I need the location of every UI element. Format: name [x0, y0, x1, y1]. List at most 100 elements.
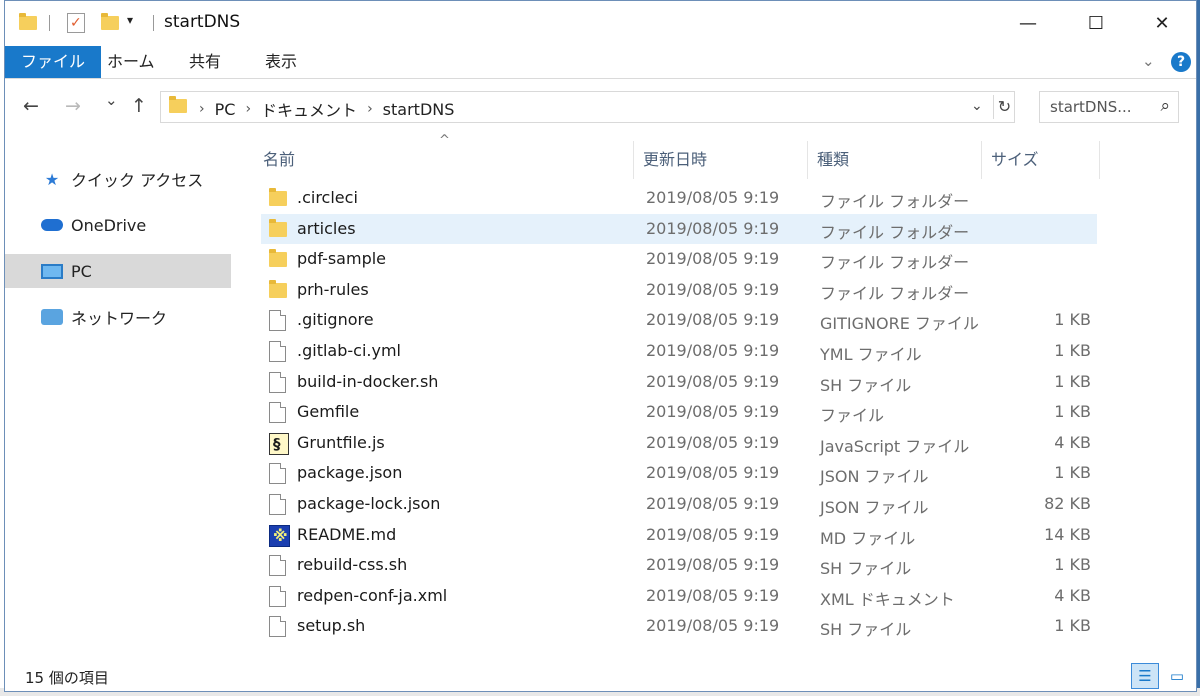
cloud-icon: [41, 219, 63, 231]
item-count: 15 個の項目: [25, 669, 109, 687]
file-name: redpen-conf-ja.xml: [297, 585, 448, 605]
file-name: Gemfile: [297, 402, 360, 422]
breadcrumb-separator[interactable]: ›: [245, 101, 251, 117]
table-row[interactable]: redpen-conf-ja.xml 2019/08/05 9:19 XML ドキュ…: [261, 581, 1097, 611]
file-name: build-in-docker.sh: [297, 371, 439, 391]
tab-file[interactable]: ファイル: [5, 46, 101, 78]
file-icon: [269, 555, 286, 577]
breadcrumb-startdns[interactable]: startDNS: [383, 100, 455, 119]
search-box[interactable]: startDNS... ⌕: [1039, 91, 1179, 123]
search-icon[interactable]: ⌕: [1160, 96, 1170, 116]
table-row[interactable]: package.json 2019/08/05 9:19 JSON ファイル 1 KB: [261, 458, 1097, 488]
sidebar-item-quick-access[interactable]: ★ クイック アクセス: [5, 162, 231, 196]
file-icon: [269, 585, 286, 607]
column-header-name[interactable]: 名前: [254, 141, 634, 179]
file-date: 2019/08/05 9:19: [646, 279, 780, 299]
large-icons-view-icon[interactable]: ▭: [1163, 663, 1191, 689]
breadcrumb-documents[interactable]: ドキュメント: [261, 97, 357, 121]
file-date: 2019/08/05 9:19: [646, 524, 780, 544]
table-row[interactable]: rebuild-css.sh 2019/08/05 9:19 SH ファイル 1 KB: [261, 550, 1097, 580]
file-date: 2019/08/05 9:19: [646, 494, 780, 513]
file-type: ファイル フォルダー: [820, 283, 970, 303]
computer-icon: [41, 263, 63, 279]
folder-icon: [269, 279, 287, 298]
table-row[interactable]: Gemfile 2019/08/05 9:19 ファイル 1 KB: [261, 397, 1097, 427]
file-size: 82 KB: [1044, 494, 1091, 513]
table-row[interactable]: package-lock.json 2019/08/05 9:19 JSON ファイ…: [261, 489, 1097, 519]
file-type: YML ファイル: [820, 345, 922, 364]
sidebar-item-pc[interactable]: PC: [5, 254, 231, 288]
table-row[interactable]: prh-rules 2019/08/05 9:19 ファイル フォルダー: [261, 275, 1097, 305]
file-type: JSON ファイル: [820, 498, 929, 517]
sidebar-item-label: OneDrive: [71, 215, 147, 235]
table-row[interactable]: pdf-sample 2019/08/05 9:19 ファイル フォルダー: [261, 244, 1097, 274]
file-date: 2019/08/05 9:19: [646, 371, 780, 391]
star-icon: ★: [44, 169, 60, 189]
file-type: GITIGNORE ファイル: [820, 314, 979, 334]
file-name: pdf-sample: [297, 249, 387, 269]
table-row[interactable]: setup.sh 2019/08/05 9:19 SH ファイル 1 KB: [261, 611, 1097, 641]
table-row[interactable]: build-in-docker.sh 2019/08/05 9:19 SH ファイル…: [261, 367, 1097, 397]
ribbon-expand-icon[interactable]: ⌄: [1142, 52, 1155, 70]
address-dropdown-icon[interactable]: ⌄: [971, 98, 983, 114]
tab-view[interactable]: 表示: [251, 46, 311, 78]
table-row[interactable]: articles 2019/08/05 9:19 ファイル フォルダー: [261, 213, 1097, 244]
search-placeholder: startDNS...: [1050, 98, 1132, 116]
file-date: 2019/08/05 9:19: [646, 402, 780, 422]
file-size: 4 KB: [1054, 585, 1091, 605]
forward-arrow-icon[interactable]: →: [65, 95, 81, 117]
maximize-button[interactable]: ☐: [1073, 1, 1119, 46]
quick-access-dropdown-icon[interactable]: ▾: [127, 13, 133, 27]
help-icon[interactable]: ?: [1171, 52, 1191, 72]
navigation-pane: ★ クイック アクセス OneDrive PC ネットワーク: [5, 131, 233, 651]
file-size: 1 KB: [1054, 341, 1091, 360]
sidebar-item-label: ネットワーク: [71, 309, 168, 328]
file-date: 2019/08/05 9:19: [646, 432, 780, 452]
breadcrumb-separator: ›: [199, 101, 205, 117]
folder-icon: [269, 218, 287, 237]
table-row[interactable]: ※ README.md 2019/08/05 9:19 MD ファイル 14 KB: [261, 520, 1097, 550]
file-icon: [269, 310, 286, 332]
table-row[interactable]: § Gruntfile.js 2019/08/05 9:19 JavaScript フ…: [261, 428, 1097, 458]
file-icon: [269, 616, 286, 638]
properties-quick-access-icon[interactable]: ✓: [67, 13, 85, 33]
column-header-date[interactable]: 更新日時: [634, 141, 808, 179]
file-type: ファイル フォルダー: [820, 253, 970, 273]
new-folder-quick-access-icon[interactable]: [101, 11, 119, 35]
tab-share[interactable]: 共有: [175, 46, 235, 78]
sidebar-item-onedrive[interactable]: OneDrive: [5, 208, 231, 242]
back-arrow-icon[interactable]: ←: [23, 95, 39, 117]
file-date: 2019/08/05 9:19: [646, 463, 780, 483]
table-row[interactable]: .circleci 2019/08/05 9:19 ファイル フォルダー: [261, 183, 1097, 213]
status-bar: 15 個の項目 ☰ ▭: [5, 661, 1196, 691]
file-type: SH ファイル: [820, 620, 912, 640]
file-name: .gitlab-ci.yml: [297, 341, 401, 360]
details-view-icon[interactable]: ☰: [1131, 663, 1159, 689]
up-arrow-icon[interactable]: ↑: [131, 95, 147, 117]
sidebar-item-network[interactable]: ネットワーク: [5, 300, 231, 334]
address-bar[interactable]: › PC › ドキュメント › startDNS ⌄ ↻: [160, 91, 1015, 123]
breadcrumb-separator[interactable]: ›: [367, 101, 373, 117]
file-size: 1 KB: [1054, 310, 1091, 330]
tab-home[interactable]: ホーム: [93, 46, 169, 78]
title-bar: ✓ ▾ startDNS — ☐ ✕: [5, 1, 1196, 46]
file-date: 2019/08/05 9:19: [646, 616, 780, 636]
breadcrumb-pc[interactable]: PC: [215, 100, 236, 119]
file-type: SH ファイル: [820, 559, 912, 579]
minimize-button[interactable]: —: [1005, 1, 1051, 46]
file-name: setup.sh: [297, 616, 366, 636]
table-row[interactable]: .gitlab-ci.yml 2019/08/05 9:19 YML ファイル 1 K…: [261, 336, 1097, 366]
table-row[interactable]: .gitignore 2019/08/05 9:19 GITIGNORE ファイル 1…: [261, 305, 1097, 335]
window-folder-icon: [19, 11, 37, 35]
recent-locations-icon[interactable]: ⌄: [105, 91, 118, 109]
explorer-window: ✓ ▾ startDNS — ☐ ✕ ファイル ホーム 共有 表示 ⌄ ? ← …: [4, 0, 1197, 692]
close-button[interactable]: ✕: [1139, 1, 1185, 46]
file-name: Gruntfile.js: [297, 432, 385, 452]
column-header-type[interactable]: 種類: [808, 141, 982, 179]
file-date: 2019/08/05 9:19: [646, 249, 780, 269]
column-header-size[interactable]: サイズ: [982, 141, 1100, 179]
refresh-icon[interactable]: ↻: [993, 95, 1015, 119]
file-date: 2019/08/05 9:19: [646, 341, 780, 360]
file-date: 2019/08/05 9:19: [646, 555, 780, 575]
file-list: ^ 名前 更新日時 種類 サイズ .circleci 2019/08/05 9:1…: [241, 131, 1196, 651]
